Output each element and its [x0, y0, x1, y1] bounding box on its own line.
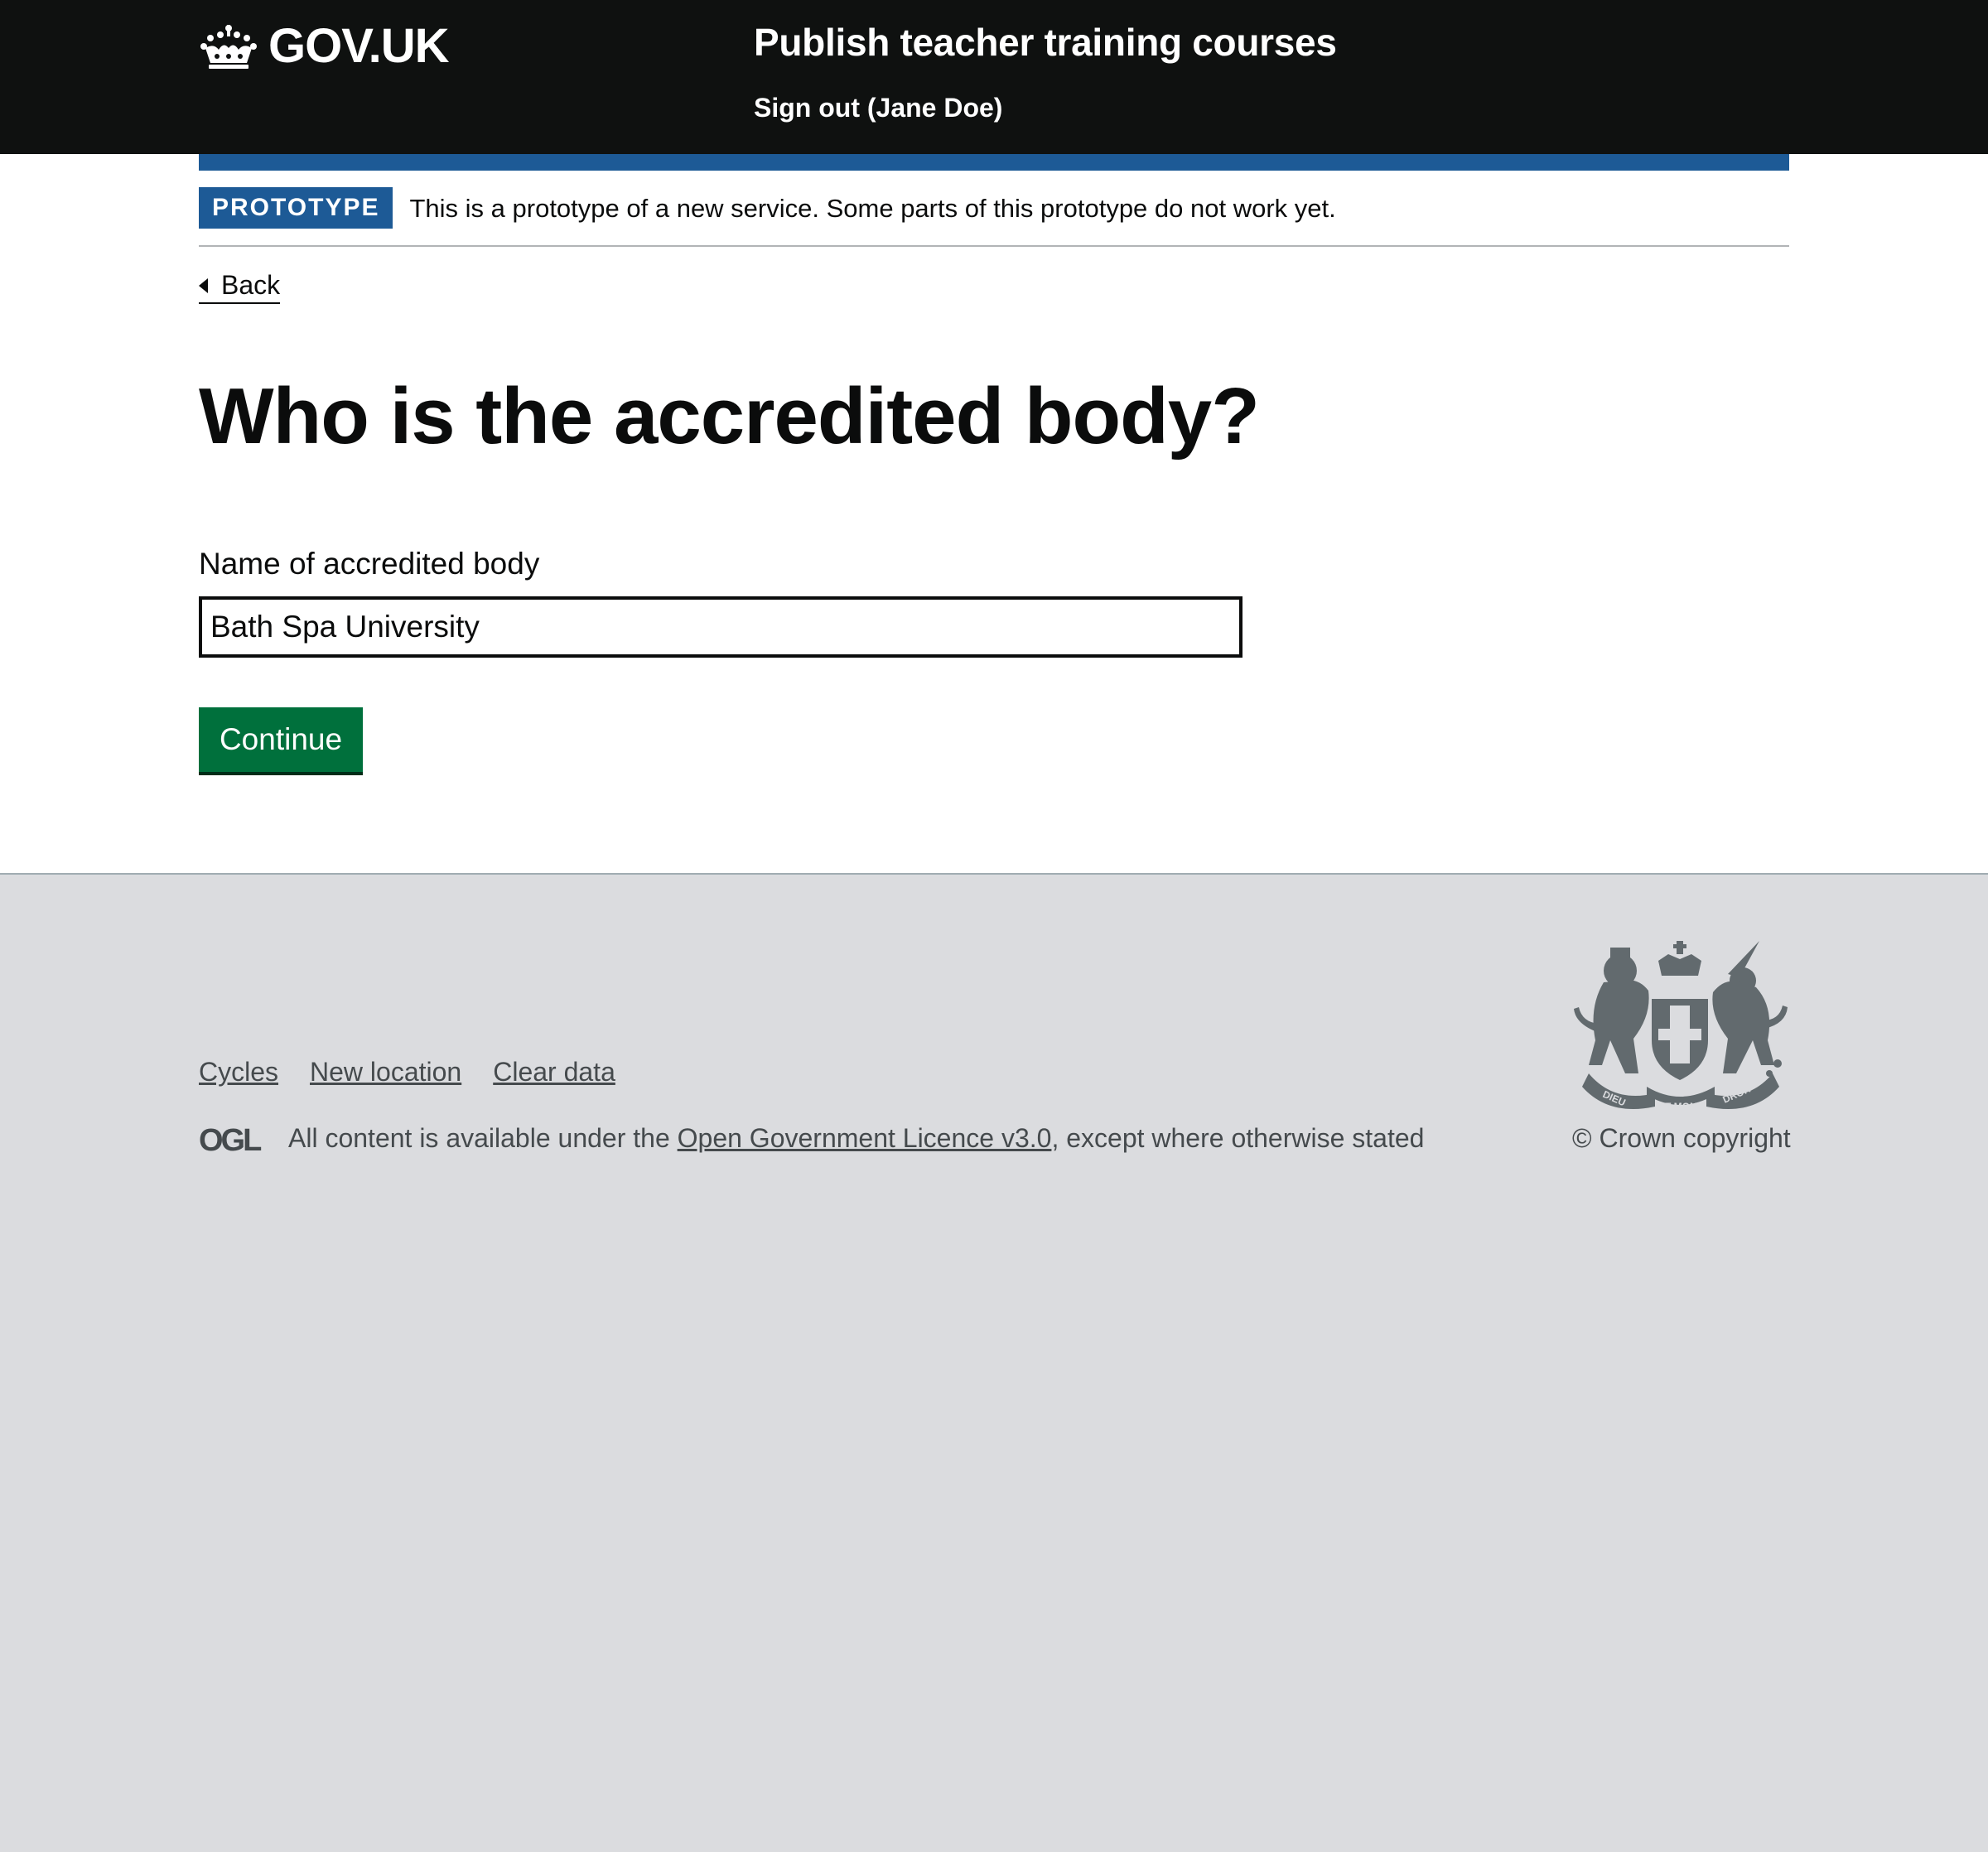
phase-banner: PROTOTYPE This is a prototype of a new s…: [199, 187, 1789, 247]
licence-suffix: , except where otherwise stated: [1051, 1123, 1425, 1153]
back-link-label: Back: [221, 270, 281, 300]
govuk-logo-link[interactable]: GOV.UK: [199, 18, 449, 74]
footer-link-cycles[interactable]: Cycles: [199, 1057, 278, 1088]
service-name[interactable]: Publish teacher training courses: [754, 20, 1337, 65]
sign-out-link[interactable]: Sign out (Jane Doe): [754, 93, 1002, 123]
crown-icon: [200, 24, 257, 69]
back-arrow-icon: [199, 277, 208, 293]
back-link[interactable]: Back: [199, 270, 281, 304]
ogl-logo-icon: OGL: [199, 1125, 264, 1153]
royal-coat-of-arms-icon: DIEU ET MON DROIT: [1574, 941, 1788, 1112]
licence-prefix: All content is available under the: [288, 1123, 678, 1153]
site-header: GOV.UK Publish teacher training courses …: [0, 0, 1988, 154]
page-title: Who is the accredited body?: [199, 372, 1260, 461]
licence-row: OGL All content is available under the O…: [199, 1123, 1424, 1154]
main-content: PROTOTYPE This is a prototype of a new s…: [0, 154, 1988, 873]
svg-text:ET MON: ET MON: [1658, 1101, 1697, 1112]
footer-link-new-location[interactable]: New location: [310, 1057, 461, 1088]
header-blue-bar: [199, 154, 1789, 171]
phase-banner-text: This is a prototype of a new service. So…: [409, 194, 1336, 223]
crown-copyright-link[interactable]: © Crown copyright: [1572, 1123, 1791, 1154]
footer-link-clear-data[interactable]: Clear data: [493, 1057, 615, 1088]
govuk-logo-text: GOV.UK: [268, 19, 449, 73]
svg-text:OGL: OGL: [199, 1125, 262, 1153]
footer-links: Cycles New location Clear data: [199, 1057, 615, 1088]
accredited-body-label: Name of accredited body: [199, 547, 540, 581]
site-footer: Cycles New location Clear data OGL All c…: [0, 873, 1988, 1852]
continue-button[interactable]: Continue: [199, 707, 363, 772]
accredited-body-input[interactable]: [199, 596, 1242, 658]
phase-tag: PROTOTYPE: [199, 187, 393, 229]
open-government-licence-link[interactable]: Open Government Licence v3.0: [678, 1123, 1052, 1153]
licence-text: All content is available under the Open …: [288, 1123, 1424, 1154]
